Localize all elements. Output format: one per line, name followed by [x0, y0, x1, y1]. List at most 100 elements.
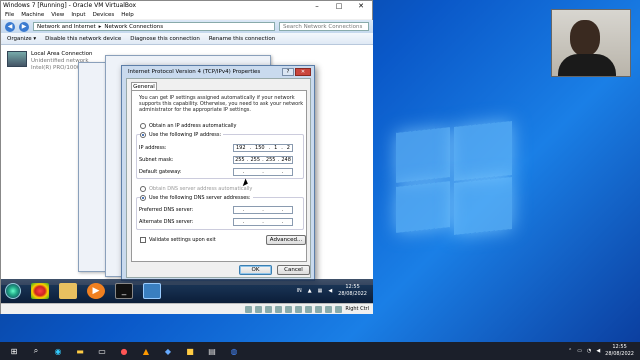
- windows7-start-icon[interactable]: [5, 283, 21, 299]
- windows-start-icon[interactable]: ⊞: [8, 345, 20, 357]
- guest-clock[interactable]: 12:55 28/08/2022: [338, 284, 367, 298]
- radio-auto-dns-label: Obtain DNS server address automatically: [149, 186, 253, 192]
- menu-help[interactable]: Help: [121, 12, 134, 18]
- cmd-icon[interactable]: _: [115, 283, 133, 299]
- dialog-body: General You can get IP settings assigned…: [126, 78, 311, 278]
- general-panel: You can get IP settings assigned automat…: [131, 90, 307, 262]
- hdd-status-icon[interactable]: [245, 305, 253, 313]
- gateway-row: Default gateway: ...: [139, 168, 297, 176]
- ipv4-properties-dialog[interactable]: Internet Protocol Version 4 (TCP/IPv4) P…: [121, 65, 315, 281]
- explorer-folder-icon[interactable]: [59, 283, 77, 299]
- breadcrumb[interactable]: Network and Internet ▸ Network Connectio…: [33, 22, 275, 31]
- radio-auto-ip-label: Obtain an IP address automatically: [149, 123, 237, 129]
- alternate-dns-field[interactable]: ...: [233, 218, 293, 226]
- dialog-description: You can get IP settings assigned automat…: [139, 95, 304, 113]
- network-tray-icon[interactable]: ▦: [318, 288, 323, 294]
- maximize-icon[interactable]: □: [328, 2, 350, 10]
- explorer-icon[interactable]: ▬: [74, 345, 86, 357]
- wifi-icon[interactable]: ◔: [587, 348, 591, 354]
- organize-button[interactable]: Organize ▾: [7, 36, 36, 42]
- vlc-icon[interactable]: ▲: [140, 345, 152, 357]
- search-icon[interactable]: ⌕: [30, 345, 42, 357]
- radio-auto-ip[interactable]: Obtain an IP address automatically: [140, 123, 237, 129]
- audio-status-icon[interactable]: [265, 305, 273, 313]
- usb-status-icon[interactable]: [285, 305, 293, 313]
- radio-manual-ip[interactable]: Use the following IP address:: [140, 132, 224, 138]
- dialog-titlebar: Internet Protocol Version 4 (TCP/IPv4) P…: [122, 66, 314, 77]
- virtualbox-window[interactable]: Windows 7 [Running] - Oracle VM VirtualB…: [0, 0, 373, 314]
- guest-tray: IN ▲ ▦ ◀ 12:55 28/08/2022: [297, 279, 374, 303]
- shared-folder-status-icon[interactable]: [295, 305, 303, 313]
- ip-address-label: IP address:: [139, 145, 167, 151]
- radio-manual-dns-label: Use the following DNS server addresses:: [149, 195, 251, 201]
- settings-icon[interactable]: ◍: [228, 345, 240, 357]
- radio-circle-selected: [140, 195, 146, 201]
- recording-status-icon[interactable]: [315, 305, 323, 313]
- notepad-icon[interactable]: ▤: [206, 345, 218, 357]
- preferred-dns-label: Preferred DNS server:: [139, 207, 194, 213]
- back-icon[interactable]: ◀: [5, 21, 15, 32]
- vbox-menubar: File Machine View Input Devices Help: [1, 10, 372, 19]
- ip-address-row: IP address: 192. 150. 1. 2: [139, 144, 297, 152]
- preferred-dns-field[interactable]: ...: [233, 206, 293, 214]
- language-indicator[interactable]: IN: [297, 288, 302, 294]
- display-status-icon[interactable]: [305, 305, 313, 313]
- network-status-icon[interactable]: [275, 305, 283, 313]
- radio-circle-selected: [140, 132, 146, 138]
- volume-icon[interactable]: ◀: [328, 288, 332, 294]
- breadcrumb-network-internet[interactable]: Network and Internet: [37, 24, 96, 30]
- diagnose-button[interactable]: Diagnose this connection: [130, 36, 200, 42]
- command-bar: Organize ▾ Disable this network device D…: [1, 33, 373, 45]
- subnet-mask-field[interactable]: 255. 255. 255. 248: [233, 156, 293, 164]
- rename-button[interactable]: Rename this connection: [209, 36, 275, 42]
- help-icon[interactable]: ?: [282, 67, 294, 76]
- dialog-title: Internet Protocol Version 4 (TCP/IPv4) P…: [128, 68, 261, 75]
- mouse-integration-icon[interactable]: [335, 305, 343, 313]
- gateway-field[interactable]: ...: [233, 168, 293, 176]
- radio-manual-dns[interactable]: Use the following DNS server addresses:: [140, 195, 253, 201]
- disable-device-button[interactable]: Disable this network device: [45, 36, 121, 42]
- cpu-status-icon[interactable]: [325, 305, 333, 313]
- forward-icon[interactable]: ▶: [19, 21, 29, 32]
- advanced-button[interactable]: Advanced...: [266, 235, 306, 245]
- vbox-title: Windows 7 [Running] - Oracle VM VirtualB…: [3, 2, 137, 9]
- tray-arrow-icon[interactable]: ▲: [308, 288, 312, 294]
- network-adapter-icon: [7, 51, 27, 67]
- host-clock[interactable]: 12:55 28/08/2022: [605, 344, 634, 358]
- webcam-overlay: [551, 9, 631, 77]
- chrome-icon[interactable]: [31, 283, 49, 299]
- terminal-icon[interactable]: ▭: [96, 345, 108, 357]
- battery-icon[interactable]: ▭: [577, 348, 582, 354]
- preferred-dns-row: Preferred DNS server: ...: [139, 206, 297, 214]
- validate-checkbox[interactable]: Validate settings upon exit: [140, 237, 216, 243]
- chrome-icon[interactable]: ●: [118, 345, 130, 357]
- radio-manual-ip-label: Use the following IP address:: [149, 132, 222, 138]
- ok-button[interactable]: OK: [239, 265, 272, 275]
- host-key-label: Right Ctrl: [345, 306, 369, 312]
- menu-machine[interactable]: Machine: [21, 12, 44, 18]
- breadcrumb-network-connections[interactable]: Network Connections: [104, 24, 163, 30]
- dialog-close-icon[interactable]: ✕: [295, 67, 311, 76]
- windows-logo: [396, 120, 512, 236]
- search-input[interactable]: Search Network Connections: [279, 22, 369, 31]
- app-icon[interactable]: ■: [184, 345, 196, 357]
- speaker-icon[interactable]: ◀: [596, 348, 600, 354]
- edge-icon[interactable]: ◉: [52, 345, 64, 357]
- menu-input[interactable]: Input: [71, 12, 85, 18]
- menu-devices[interactable]: Devices: [93, 12, 115, 18]
- checkbox-box: [140, 237, 146, 243]
- validate-label: Validate settings upon exit: [149, 237, 216, 243]
- virtualbox-icon[interactable]: ◆: [162, 345, 174, 357]
- minimize-icon[interactable]: –: [306, 2, 328, 10]
- menu-view[interactable]: View: [51, 12, 64, 18]
- network-connections-icon[interactable]: [143, 283, 161, 299]
- cancel-button[interactable]: Cancel: [277, 265, 310, 275]
- media-player-icon[interactable]: ▶: [87, 283, 105, 299]
- tray-chevron-icon[interactable]: ⌃: [568, 348, 572, 354]
- address-bar: ◀ ▶ Network and Internet ▸ Network Conne…: [1, 20, 373, 33]
- ip-address-field[interactable]: 192. 150. 1. 2: [233, 144, 293, 152]
- menu-file[interactable]: File: [5, 12, 14, 18]
- radio-auto-dns[interactable]: Obtain DNS server address automatically: [140, 186, 252, 192]
- optical-status-icon[interactable]: [255, 305, 263, 313]
- close-icon[interactable]: ✕: [350, 2, 372, 10]
